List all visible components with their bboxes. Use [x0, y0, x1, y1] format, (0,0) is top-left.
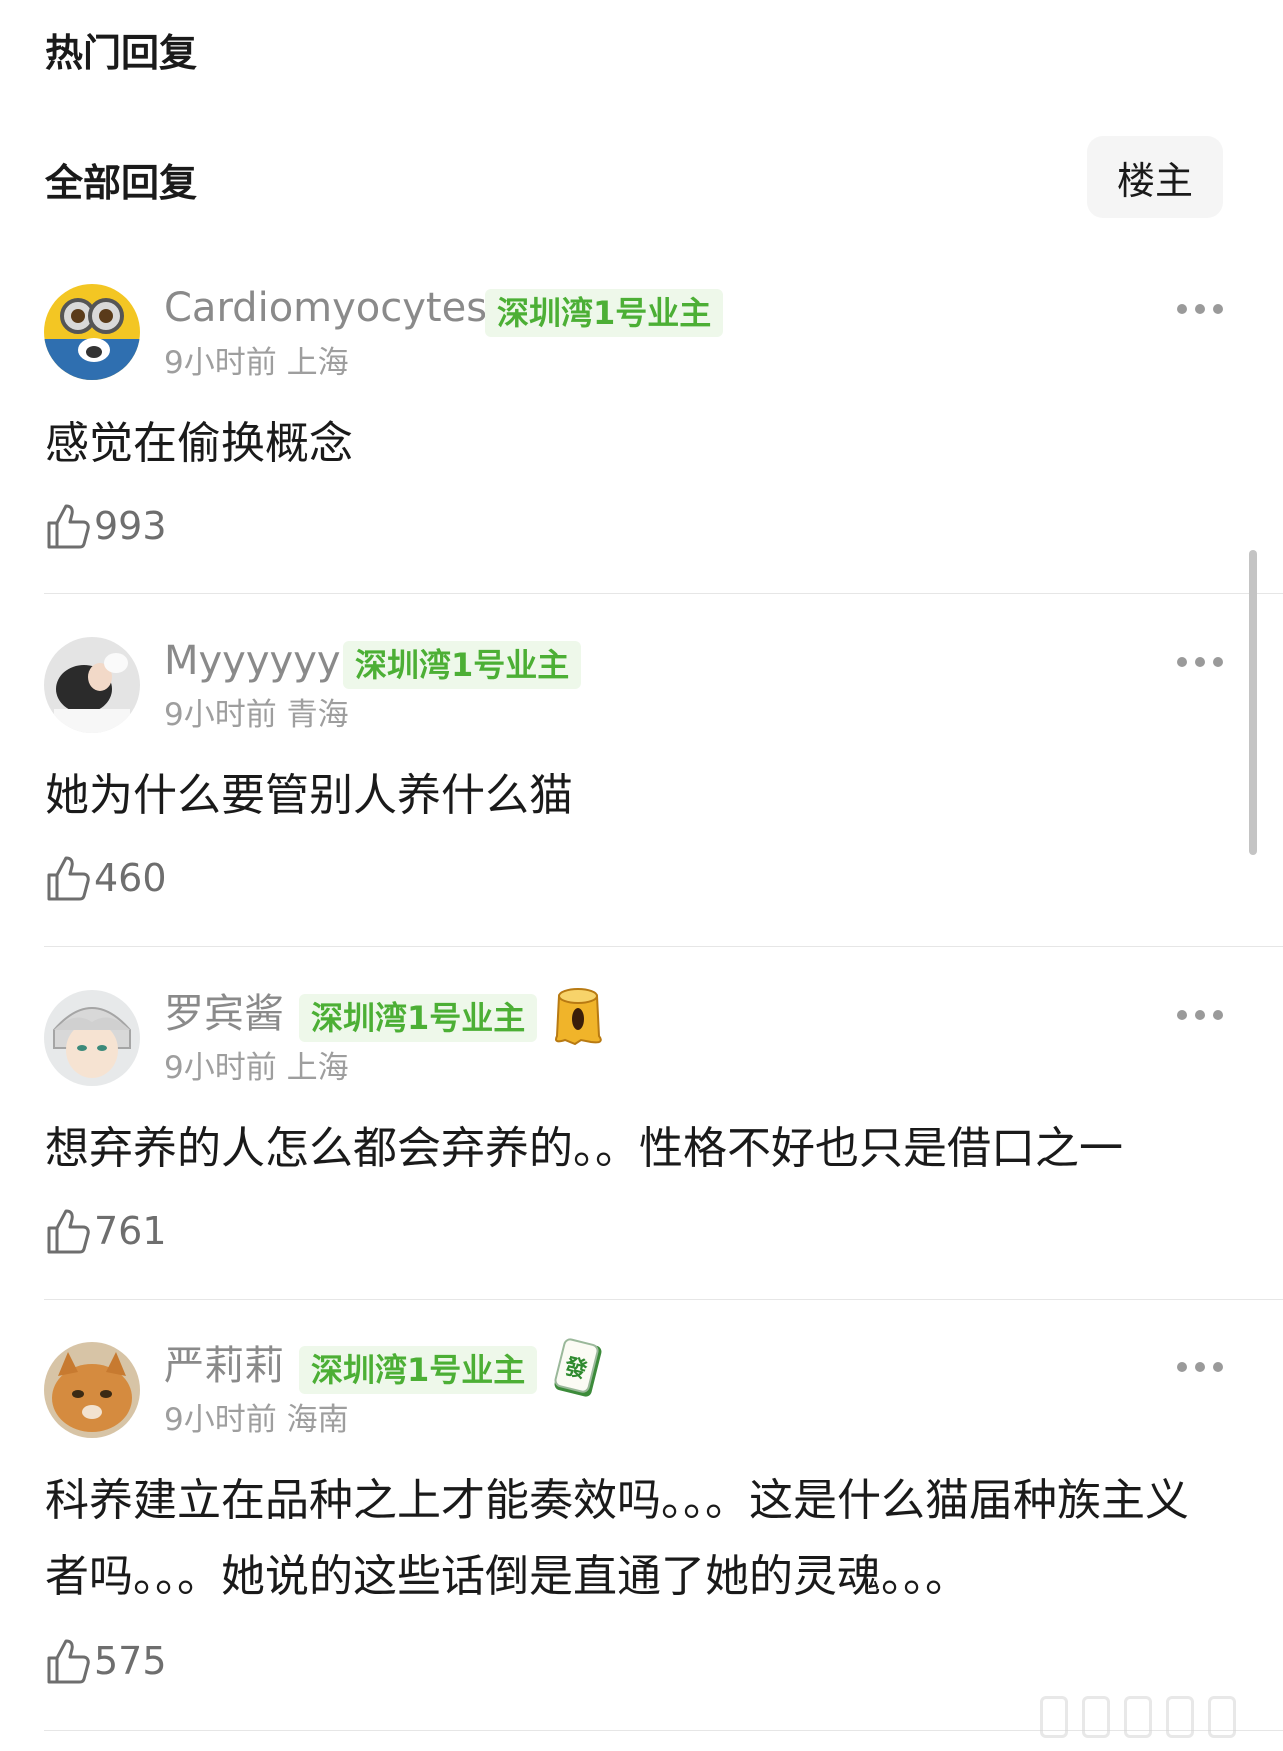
thumbs-up-icon	[47, 856, 90, 901]
op-filter-button[interactable]: 楼主	[1087, 136, 1223, 218]
comment-location: 上海	[286, 345, 349, 381]
thumbs-up-icon	[47, 504, 90, 549]
watermark-logo	[1040, 1696, 1236, 1738]
divider	[44, 593, 1283, 594]
like-count: 761	[94, 1209, 167, 1253]
tree-stump-sticker-icon	[555, 988, 602, 1046]
avatar[interactable]	[44, 637, 140, 733]
like-button[interactable]: 993	[46, 502, 167, 550]
like-count: 575	[94, 1639, 167, 1683]
comment-time: 9小时前	[164, 697, 277, 733]
comment-location: 上海	[286, 1050, 349, 1086]
like-button[interactable]: 575	[46, 1637, 167, 1685]
comment-meta: 9小时前 海南	[164, 1401, 349, 1439]
owner-badge: 深圳湾1号业主	[485, 289, 724, 337]
more-options-icon[interactable]	[1177, 654, 1223, 670]
avatar[interactable]	[44, 990, 140, 1086]
like-button[interactable]: 460	[46, 854, 167, 902]
comment-text: 她为什么要管别人养什么猫	[45, 770, 573, 821]
comment-meta: 9小时前 上海	[164, 1049, 349, 1087]
more-options-icon[interactable]	[1177, 1359, 1223, 1375]
thumbs-up-icon	[47, 1639, 90, 1684]
owner-badge: 深圳湾1号业主	[343, 641, 582, 689]
comment-time: 9小时前	[164, 1050, 277, 1086]
comment-time: 9小时前	[164, 345, 277, 381]
like-button[interactable]: 761	[46, 1207, 167, 1255]
comment-time: 9小时前	[164, 1402, 277, 1438]
scrollbar[interactable]	[1249, 550, 1257, 855]
divider	[44, 1299, 1283, 1300]
username[interactable]: Myyyyyy	[164, 637, 341, 685]
all-replies-heading[interactable]: 全部回复	[45, 152, 197, 207]
owner-badge: 深圳湾1号业主	[299, 1346, 538, 1394]
thumbs-up-icon	[47, 1209, 90, 1254]
comment-location: 海南	[286, 1402, 349, 1438]
username[interactable]: 罗宾酱	[164, 990, 284, 1038]
like-count: 460	[94, 856, 167, 900]
divider	[44, 946, 1283, 947]
mahjong-tile-sticker-icon: 發	[554, 1338, 602, 1397]
comment-meta: 9小时前 上海	[164, 344, 349, 382]
comment-text: 想弃养的人怎么都会弃养的。。性格不好也只是借口之一	[45, 1123, 1123, 1174]
avatar[interactable]	[44, 1342, 140, 1438]
comment-text: 科养建立在品种之上才能奏效吗。。。这是什么猫届种族主义者吗。。。她说的这些话倒是…	[45, 1475, 1189, 1602]
more-options-icon[interactable]	[1177, 301, 1223, 317]
comment-text: 感觉在偷换概念	[45, 418, 353, 469]
username[interactable]: Cardiomyocytes	[164, 284, 487, 332]
owner-badge: 深圳湾1号业主	[299, 994, 538, 1042]
comment-location: 青海	[286, 697, 349, 733]
username[interactable]: 严莉莉	[164, 1342, 284, 1390]
hot-replies-heading[interactable]: 热门回复	[45, 22, 197, 77]
more-options-icon[interactable]	[1177, 1007, 1223, 1023]
like-count: 993	[94, 504, 167, 548]
comment-meta: 9小时前 青海	[164, 696, 349, 734]
avatar[interactable]	[44, 284, 140, 380]
